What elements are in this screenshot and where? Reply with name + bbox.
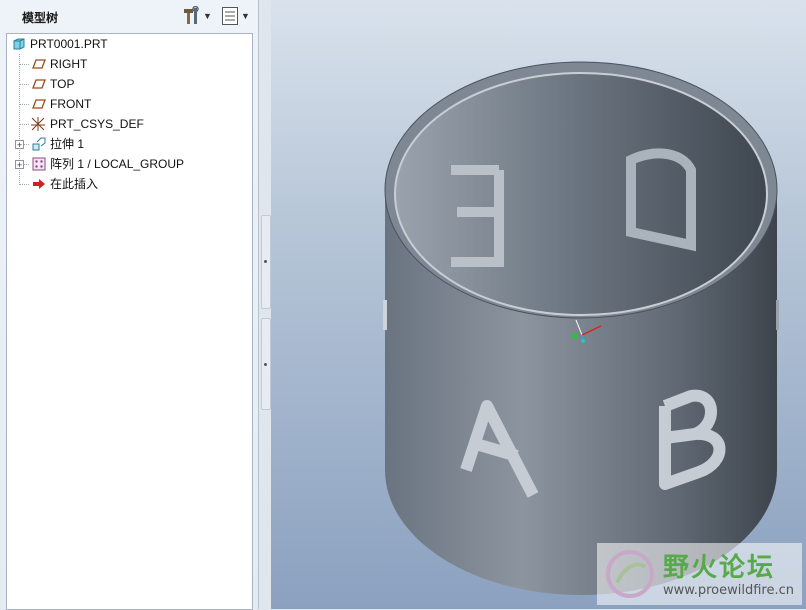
side-notch <box>383 300 387 330</box>
hammer-wrench-icon <box>184 6 199 24</box>
panel-sash-handle[interactable] <box>261 318 271 410</box>
datum-plane-icon <box>32 99 46 109</box>
model-render <box>383 61 779 595</box>
coordinate-system-icon <box>31 117 45 131</box>
tree-item-front[interactable]: FRONT <box>7 94 247 114</box>
tree-item-label: PRT_CSYS_DEF <box>50 117 144 131</box>
tree-item-insert-here[interactable]: 在此插入 <box>7 174 247 194</box>
forum-watermark: 野火论坛 www.proewildfire.cn <box>597 543 802 605</box>
model-tree: PRT0001.PRT RIGHT TOP FRONT PRT_CSYS_DEF… <box>6 33 253 610</box>
tree-item-label: 拉伸 1 <box>50 137 85 151</box>
tree-item-label: FRONT <box>50 97 92 111</box>
tree-item-extrude[interactable]: + 拉伸 1 <box>7 134 247 154</box>
cylinder-cavity <box>394 72 768 316</box>
expand-toggle[interactable]: + <box>15 140 24 150</box>
tree-item-label: 阵列 1 / LOCAL_GROUP <box>50 157 185 171</box>
chevron-down-icon: ▼ <box>203 11 212 21</box>
insert-here-arrow-icon <box>33 179 45 189</box>
tree-item-label: PRT0001.PRT <box>30 37 108 51</box>
tree-item-label: 在此插入 <box>50 177 99 191</box>
graphics-viewport[interactable] <box>271 0 806 609</box>
tree-item-right[interactable]: RIGHT <box>7 54 247 74</box>
model-tree-panel: 模型树 ▼ ▼ PRT0001.PRT RIGHT TOP FRONT PRT_… <box>0 0 259 610</box>
expand-toggle[interactable]: + <box>15 160 24 170</box>
panel-title: 模型树 <box>22 11 59 25</box>
tree-settings-button[interactable]: ▼ <box>181 6 212 26</box>
grip-dot <box>264 363 267 366</box>
list-icon <box>222 7 238 25</box>
model-tree-header: 模型树 ▼ ▼ <box>0 0 258 32</box>
tree-item-part[interactable]: PRT0001.PRT <box>7 34 247 54</box>
show-menu-button[interactable]: ▼ <box>221 6 250 26</box>
tree-item-pattern[interactable]: + 阵列 1 / LOCAL_GROUP <box>7 154 247 174</box>
tree-item-label: TOP <box>50 77 75 91</box>
panel-sash-handle[interactable] <box>261 215 271 309</box>
grip-dot <box>264 260 267 263</box>
tree-item-csys[interactable]: PRT_CSYS_DEF <box>7 114 247 134</box>
side-notch <box>776 300 779 330</box>
part-icon <box>13 38 25 50</box>
chevron-down-icon: ▼ <box>241 11 250 21</box>
tree-item-top[interactable]: TOP <box>7 74 247 94</box>
datum-plane-icon <box>32 79 46 89</box>
forum-logo-icon <box>606 550 654 598</box>
watermark-url: www.proewildfire.cn <box>663 583 794 598</box>
extrude-icon <box>32 137 46 151</box>
tree-item-label: RIGHT <box>50 57 88 71</box>
datum-plane-icon <box>32 59 46 69</box>
pattern-icon <box>32 157 46 171</box>
watermark-title: 野火论坛 <box>663 553 776 583</box>
